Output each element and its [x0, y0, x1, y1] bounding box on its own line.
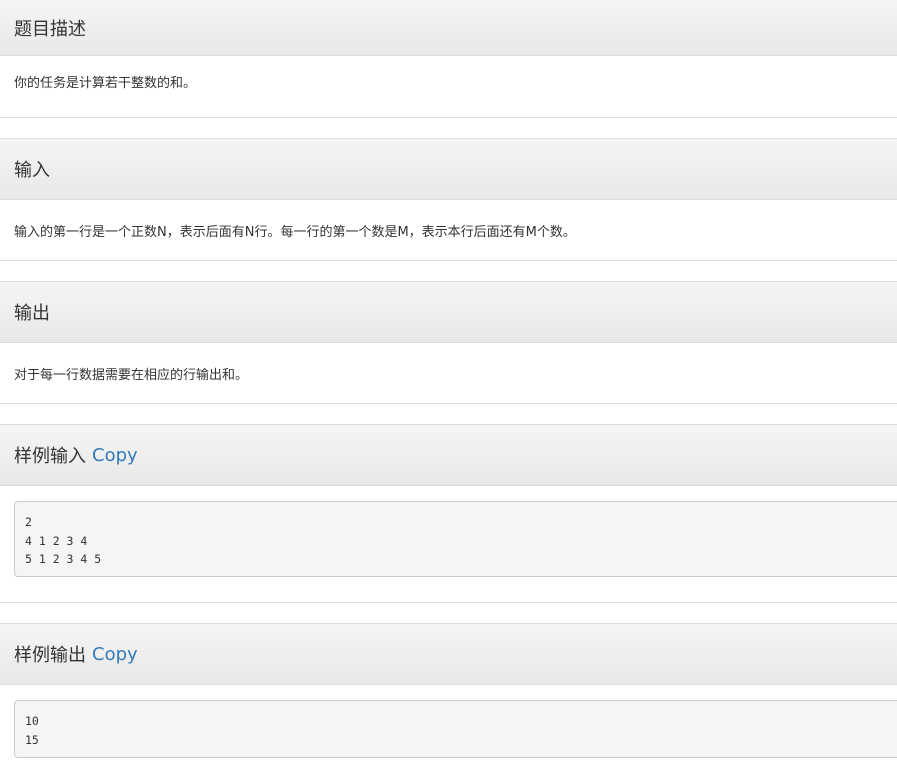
description-heading: 题目描述 — [0, 0, 897, 56]
sample-input-panel: 样例输入 Copy 2 4 1 2 3 4 5 1 2 3 4 5 — [0, 424, 897, 603]
output-title: 输出 — [14, 303, 50, 324]
sample-output-heading: 样例输出 Copy — [0, 624, 897, 685]
sample-input-copy-link[interactable]: Copy — [92, 445, 138, 466]
description-panel: 题目描述 你的任务是计算若干整数的和。 — [0, 0, 897, 118]
problem-page: 题目描述 你的任务是计算若干整数的和。 输入 输入的第一行是一个正数N，表示后面… — [0, 0, 897, 777]
output-panel: 输出 对于每一行数据需要在相应的行输出和。 — [0, 281, 897, 404]
sample-input-body: 2 4 1 2 3 4 5 1 2 3 4 5 — [0, 486, 897, 593]
input-heading: 输入 — [0, 139, 897, 200]
description-body: 你的任务是计算若干整数的和。 — [14, 75, 197, 91]
sample-input-title: 样例输入 — [14, 446, 86, 467]
sample-input-heading: 样例输入 Copy — [0, 425, 897, 486]
input-panel: 输入 输入的第一行是一个正数N，表示后面有N行。每一行的第一个数是M，表示本行后… — [0, 138, 897, 261]
sample-output-panel: 样例输出 Copy 10 15 — [0, 623, 897, 777]
input-title: 输入 — [14, 160, 50, 181]
sample-output-copy-link[interactable]: Copy — [92, 644, 138, 665]
input-body: 输入的第一行是一个正数N，表示后面有N行。每一行的第一个数是M，表示本行后面还有… — [14, 224, 576, 240]
output-heading: 输出 — [0, 282, 897, 343]
sample-output-code: 10 15 — [14, 700, 897, 758]
description-title: 题目描述 — [14, 18, 86, 40]
sample-output-body: 10 15 — [0, 685, 897, 774]
sample-input-code: 2 4 1 2 3 4 5 1 2 3 4 5 — [14, 501, 897, 577]
sample-output-title: 样例输出 — [14, 645, 86, 666]
output-body: 对于每一行数据需要在相应的行输出和。 — [14, 367, 249, 383]
